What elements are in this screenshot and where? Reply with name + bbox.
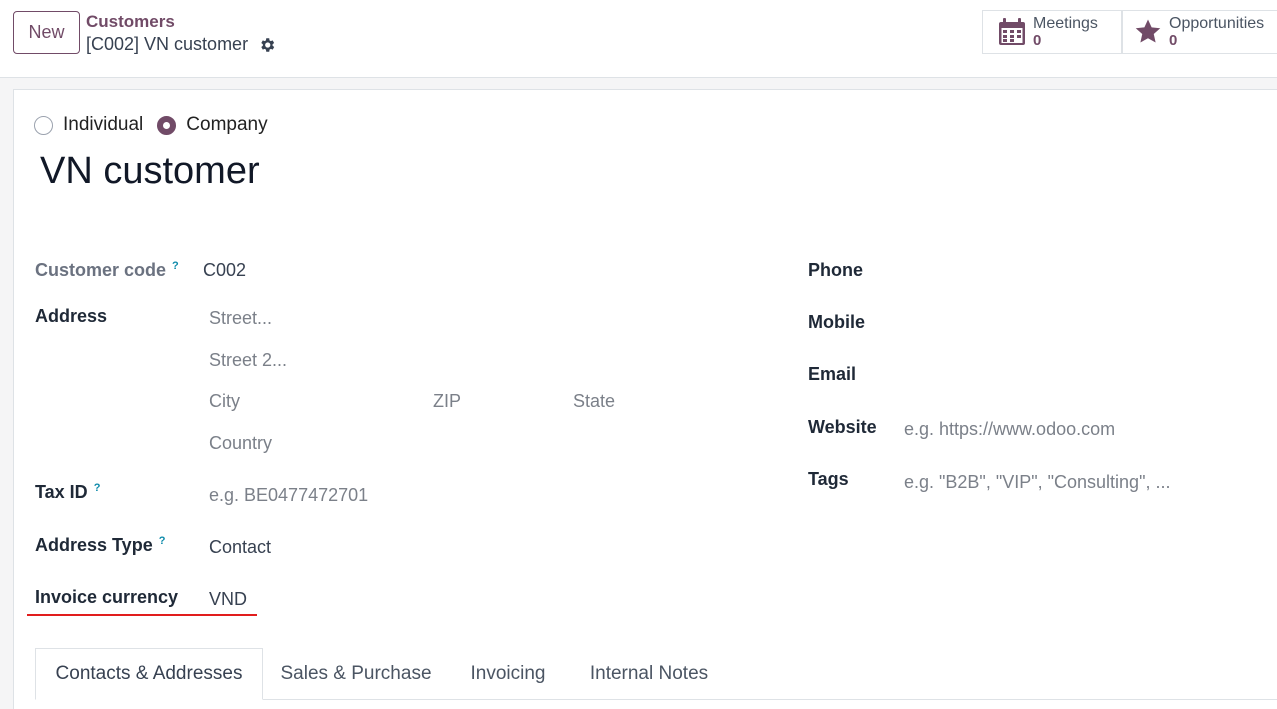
customer-code-field[interactable]: C002 xyxy=(203,260,246,281)
radio-individual-label[interactable]: Individual xyxy=(63,114,143,136)
opportunities-count: 0 xyxy=(1169,32,1178,49)
customer-code-label-text: Customer code xyxy=(35,260,167,280)
tags-input[interactable]: e.g. "B2B", "VIP", "Consulting", ... xyxy=(904,472,1170,493)
control-panel: New Customers [C002] VN customer Meeting… xyxy=(0,0,1277,78)
partner-name-field[interactable]: VN customer xyxy=(40,150,260,193)
opportunities-smart-button[interactable]: Opportunities 0 xyxy=(1122,10,1277,54)
mobile-label: Mobile xyxy=(808,312,865,332)
address-label: Address xyxy=(35,306,108,326)
partner-type-selector: Individual Company xyxy=(34,114,282,136)
tax-id-label-text: Tax ID xyxy=(35,482,88,502)
street-input[interactable]: Street... xyxy=(209,308,272,329)
country-select[interactable]: Country xyxy=(209,433,272,454)
meetings-smart-button[interactable]: Meetings 0 xyxy=(982,10,1122,54)
tags-label: Tags xyxy=(808,469,849,489)
gear-icon[interactable] xyxy=(258,36,276,54)
address-type-label: Address Type? xyxy=(35,535,165,556)
address-type-select[interactable]: Contact xyxy=(209,537,271,558)
meetings-label: Meetings xyxy=(1033,15,1098,32)
meetings-count: 0 xyxy=(1033,32,1042,49)
invoice-currency-label: Invoice currency xyxy=(35,587,179,607)
new-button[interactable]: New xyxy=(13,11,80,54)
calendar-icon xyxy=(999,18,1025,45)
record-breadcrumb-title: [C002] VN customer xyxy=(86,34,249,54)
help-icon[interactable]: ? xyxy=(159,535,166,547)
email-label: Email xyxy=(808,364,857,384)
breadcrumb-customers[interactable]: Customers xyxy=(86,12,175,32)
radio-company[interactable] xyxy=(157,115,177,135)
tax-id-label: Tax ID? xyxy=(35,482,100,503)
star-icon xyxy=(1135,19,1161,43)
phone-label: Phone xyxy=(808,260,864,280)
customer-code-label: Customer code? xyxy=(35,260,179,281)
help-icon[interactable]: ? xyxy=(172,260,179,272)
invoice-currency-select[interactable]: VND xyxy=(209,589,247,610)
form-background-left xyxy=(0,89,13,709)
tab-sales-purchase[interactable]: Sales & Purchase xyxy=(272,648,440,700)
address-type-label-text: Address Type xyxy=(35,535,153,555)
city-input[interactable]: City xyxy=(209,391,240,412)
breadcrumb-current: [C002] VN customer xyxy=(86,34,276,55)
radio-company-label[interactable]: Company xyxy=(186,114,267,136)
form-background xyxy=(0,78,1277,89)
tab-contacts-addresses[interactable]: Contacts & Addresses xyxy=(35,648,263,700)
website-label: Website xyxy=(808,417,877,437)
tab-internal-notes[interactable]: Internal Notes xyxy=(578,648,720,700)
zip-input[interactable]: ZIP xyxy=(433,391,461,412)
tax-id-input[interactable]: e.g. BE0477472701 xyxy=(209,485,368,506)
street2-input[interactable]: Street 2... xyxy=(209,350,287,371)
radio-individual[interactable] xyxy=(34,115,53,135)
highlight-underline xyxy=(27,614,257,616)
tab-invoicing[interactable]: Invoicing xyxy=(458,648,558,700)
state-select[interactable]: State xyxy=(573,391,615,412)
website-input[interactable]: e.g. https://www.odoo.com xyxy=(904,419,1115,440)
help-icon[interactable]: ? xyxy=(94,482,101,494)
opportunities-label: Opportunities xyxy=(1169,15,1265,32)
